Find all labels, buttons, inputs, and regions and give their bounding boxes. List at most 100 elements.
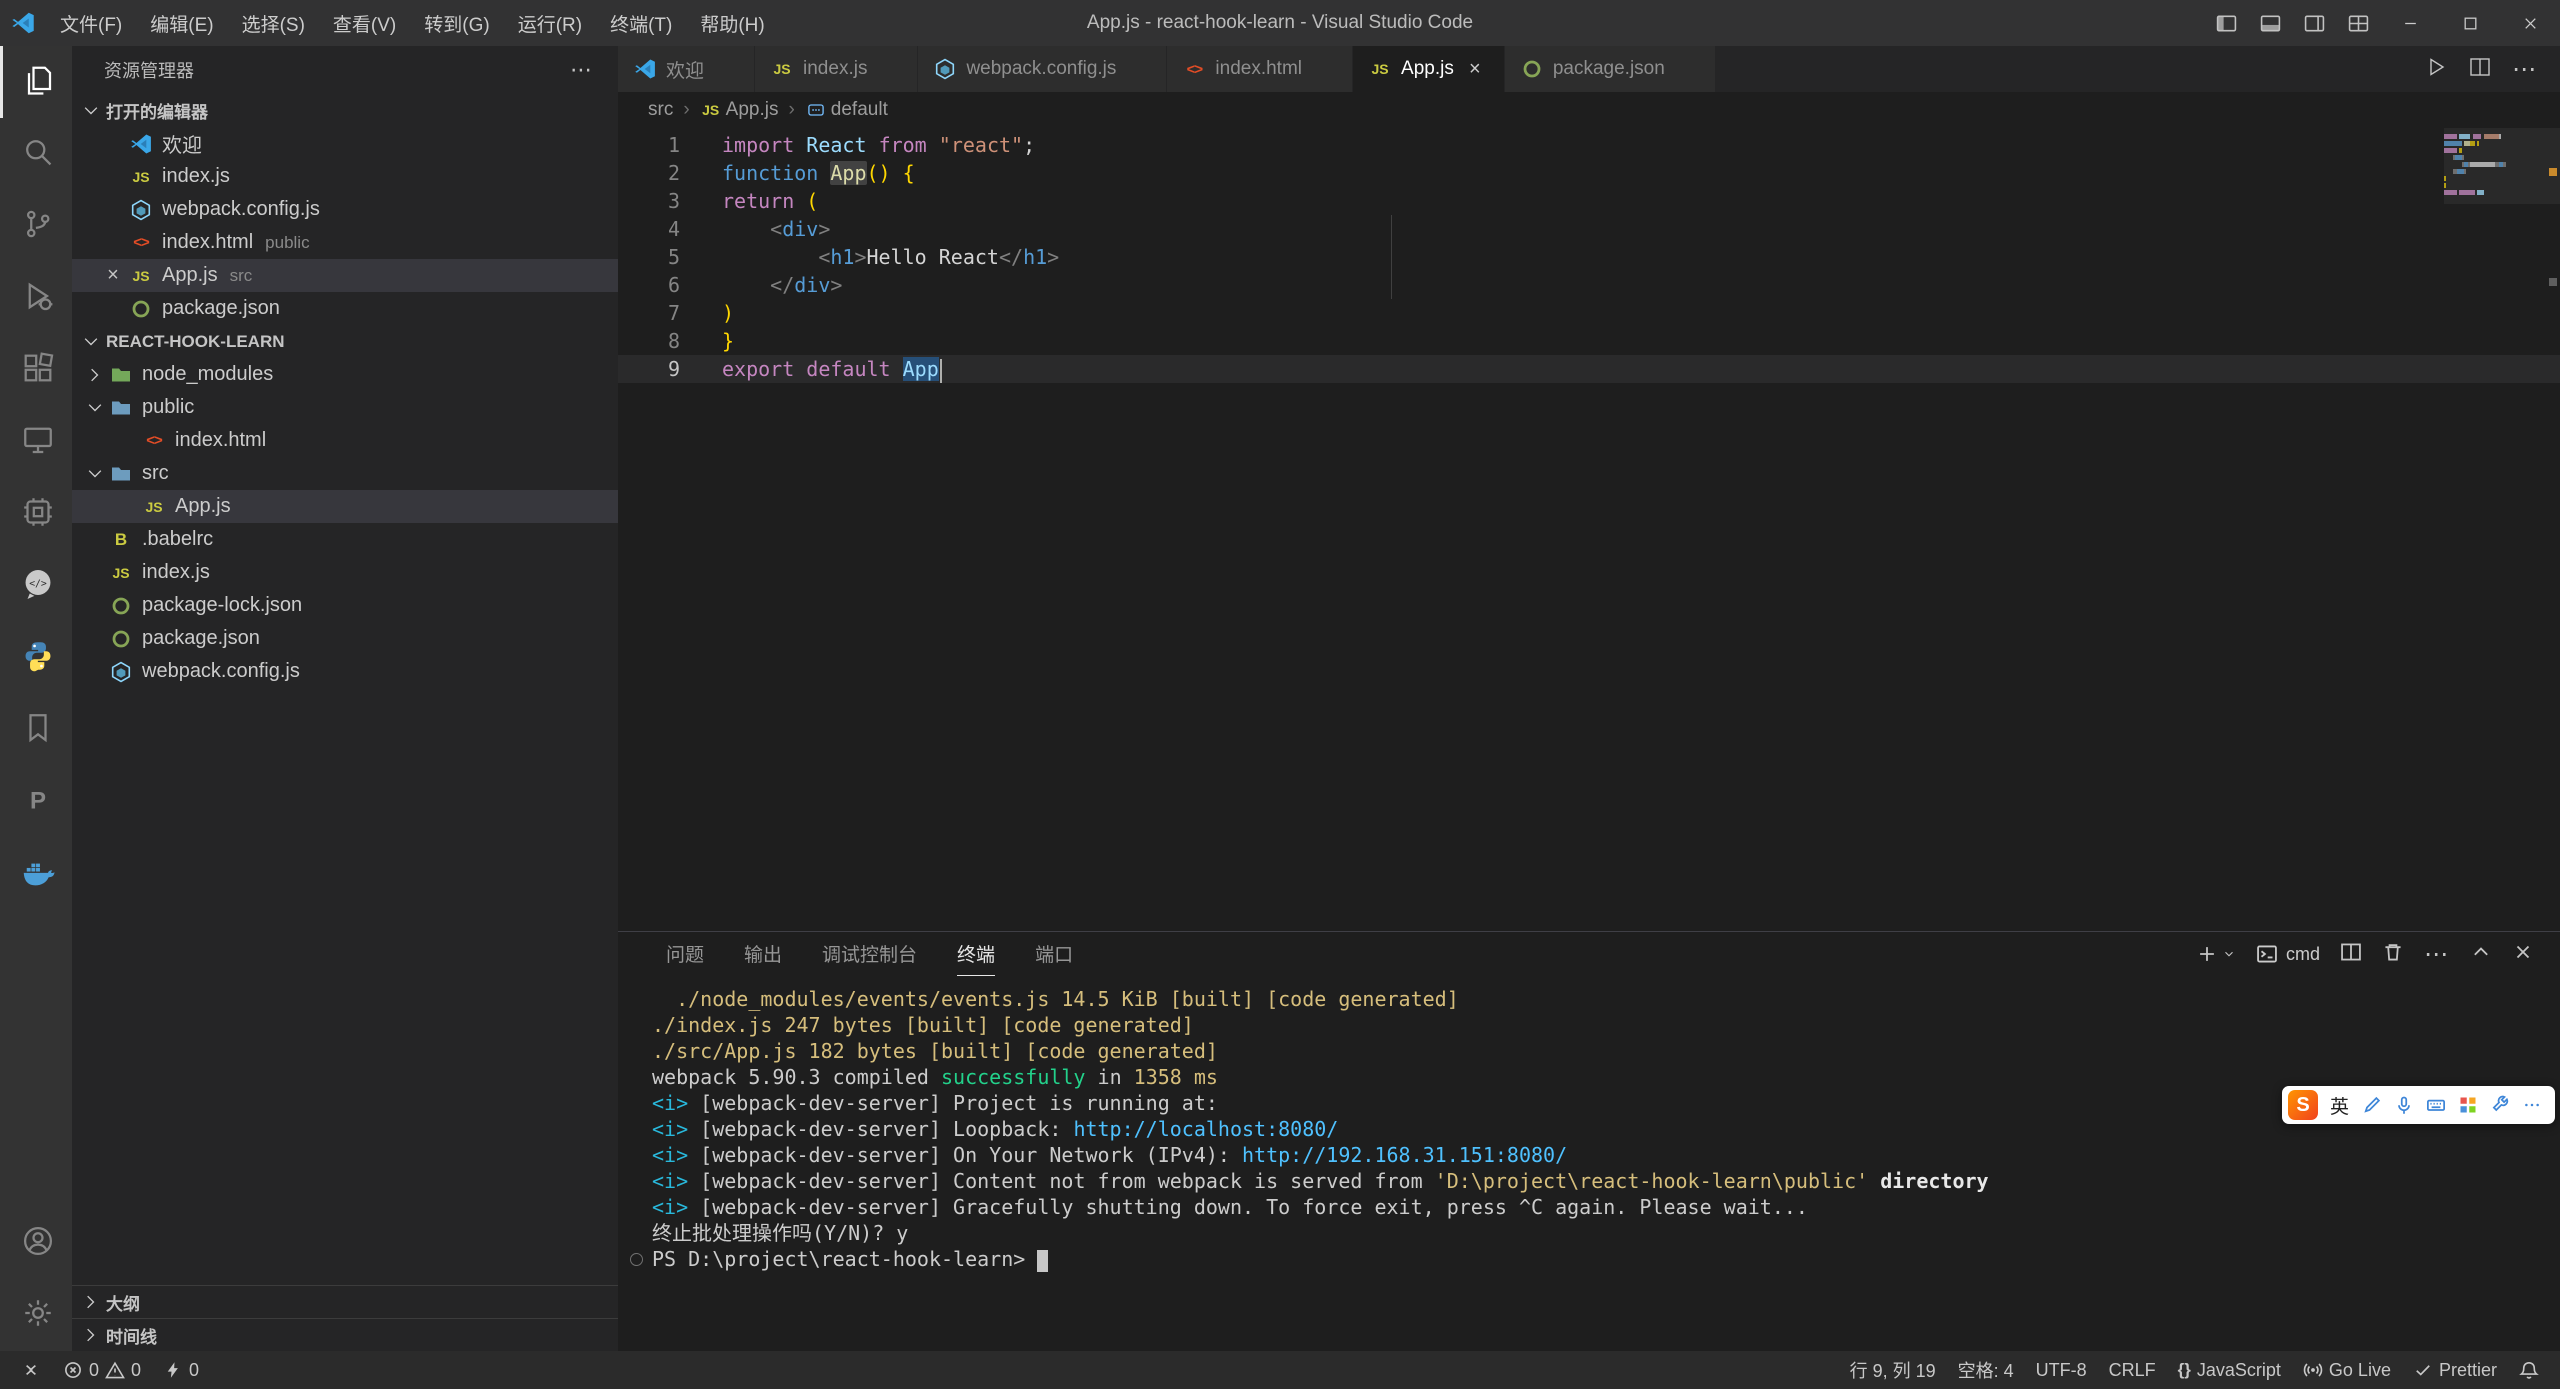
status-encoding[interactable]: UTF-8 — [2025, 1351, 2098, 1389]
activity-circuit-board-button[interactable] — [0, 478, 72, 550]
activity-search-button[interactable] — [0, 118, 72, 190]
editor-tab[interactable]: 欢迎 — [618, 46, 755, 92]
activity-source-control-button[interactable] — [0, 190, 72, 262]
open-editor-item[interactable]: webpack.config.js — [72, 193, 618, 226]
open-editor-item[interactable]: package.json — [72, 292, 618, 325]
breadcrumb-item[interactable]: src — [648, 99, 673, 121]
activity-remote-explorer-button[interactable] — [0, 406, 72, 478]
tree-item[interactable]: JSApp.js — [72, 490, 618, 523]
menubar-item[interactable]: 查看(V) — [319, 0, 410, 46]
status-prettier[interactable]: Prettier — [2402, 1351, 2508, 1389]
activity-project-manager-button[interactable]: P — [0, 766, 72, 838]
open-editors-header[interactable]: 打开的编辑器 — [72, 94, 618, 127]
overview-ruler[interactable] — [2546, 128, 2560, 931]
maximize-button[interactable] — [2440, 0, 2500, 46]
activity-bookmarks-button[interactable] — [0, 694, 72, 766]
close-panel-button[interactable] — [2512, 941, 2534, 968]
menubar-item[interactable]: 选择(S) — [228, 0, 319, 46]
close-button[interactable] — [2500, 0, 2560, 46]
kill-terminal-button[interactable] — [2382, 941, 2404, 968]
ime-pen-icon[interactable] — [2361, 1094, 2383, 1116]
panel-tab[interactable]: 问题 — [666, 932, 704, 976]
panel-tab[interactable]: 输出 — [744, 932, 782, 976]
tree-item[interactable]: webpack.config.js — [72, 655, 618, 688]
status-cursor-position[interactable]: 行 9, 列 19 — [1839, 1351, 1947, 1389]
tree-item[interactable]: JSindex.js — [72, 556, 618, 589]
editor-tab[interactable]: webpack.config.js — [918, 46, 1167, 92]
activity-docker-button[interactable] — [0, 838, 72, 910]
chevron-down-icon — [78, 329, 104, 355]
menubar-item[interactable]: 文件(F) — [46, 0, 136, 46]
timeline-section-header[interactable]: 时间线 — [72, 1318, 618, 1351]
status-go-live[interactable]: Go Live — [2292, 1351, 2402, 1389]
project-section-header[interactable]: REACT-HOOK-LEARN — [72, 325, 618, 358]
status-notifications[interactable] — [2508, 1351, 2550, 1389]
menubar-item[interactable]: 运行(R) — [504, 0, 596, 46]
ime-language-mode[interactable]: 英 — [2330, 1092, 2349, 1119]
toggle-sidebar-button[interactable] — [2204, 0, 2248, 46]
menubar-item[interactable]: 编辑(E) — [136, 0, 227, 46]
breadcrumb-item[interactable]: JSApp.js — [700, 99, 779, 121]
tree-item[interactable]: B.babelrc — [72, 523, 618, 556]
more-actions-icon[interactable]: ⋯ — [2512, 55, 2538, 84]
close-editor-icon[interactable]: × — [98, 264, 128, 287]
editor-tab[interactable]: <>index.html — [1167, 46, 1353, 92]
panel-tab[interactable]: 调试控制台 — [822, 932, 917, 976]
run-file-button[interactable] — [2424, 55, 2448, 84]
sogou-logo[interactable]: S — [2288, 1090, 2318, 1120]
activity-run-and-debug-button[interactable] — [0, 262, 72, 334]
menubar-item[interactable]: 帮助(H) — [686, 0, 778, 46]
menubar-item[interactable]: 终端(T) — [596, 0, 686, 46]
activity-extensions-button[interactable] — [0, 334, 72, 406]
toggle-secondary-sidebar-button[interactable] — [2292, 0, 2336, 46]
activity-account-button[interactable] — [0, 1207, 72, 1279]
status-counter[interactable]: 0 — [152, 1351, 210, 1389]
status-problems[interactable]: 00 — [52, 1351, 152, 1389]
split-editor-button[interactable] — [2468, 55, 2492, 84]
ime-grid-icon[interactable] — [2457, 1094, 2479, 1116]
outline-section-header[interactable]: 大纲 — [72, 1285, 618, 1318]
ime-wrench-icon[interactable] — [2489, 1094, 2511, 1116]
activity-code-chat-button[interactable]: </> — [0, 550, 72, 622]
activity-settings-button[interactable] — [0, 1279, 72, 1351]
open-editor-item[interactable]: JSindex.js — [72, 160, 618, 193]
status-indentation[interactable]: 空格: 4 — [1947, 1351, 2025, 1389]
tree-item[interactable]: public — [72, 391, 618, 424]
toggle-panel-button[interactable] — [2248, 0, 2292, 46]
code-editor[interactable]: 1import React from "react";2function App… — [618, 128, 2560, 931]
ime-more-icon[interactable] — [2521, 1094, 2543, 1116]
minimize-button[interactable] — [2380, 0, 2440, 46]
split-terminal-button[interactable] — [2340, 941, 2362, 968]
close-tab-icon[interactable]: × — [1460, 58, 1490, 81]
ime-keyboard-icon[interactable] — [2425, 1094, 2447, 1116]
status-eol[interactable]: CRLF — [2098, 1351, 2167, 1389]
ime-mic-icon[interactable] — [2393, 1094, 2415, 1116]
editor-tab[interactable]: JSindex.js — [755, 46, 918, 92]
maximize-panel-button[interactable] — [2470, 941, 2492, 968]
breadcrumb-item[interactable]: default — [805, 99, 888, 121]
tree-item[interactable]: src — [72, 457, 618, 490]
panel-more-actions-icon[interactable]: ⋯ — [2424, 940, 2450, 969]
new-terminal-button[interactable] — [2196, 943, 2236, 965]
open-editor-item[interactable]: ×JSApp.jssrc — [72, 259, 618, 292]
activity-python-button[interactable] — [0, 622, 72, 694]
open-editor-item[interactable]: 欢迎 — [72, 127, 618, 160]
minimap-slider[interactable] — [2444, 128, 2560, 204]
panel-tab[interactable]: 端口 — [1035, 932, 1073, 976]
open-editor-item[interactable]: <>index.htmlpublic — [72, 226, 618, 259]
terminal[interactable]: ./node_modules/events/events.js 14.5 KiB… — [618, 976, 2560, 1351]
menubar-item[interactable]: 转到(G) — [410, 0, 503, 46]
customize-layout-button[interactable] — [2336, 0, 2380, 46]
sidebar-more-actions-icon[interactable]: ⋯ — [570, 57, 594, 83]
activity-explorer-button[interactable] — [0, 46, 72, 118]
status-remote[interactable] — [10, 1351, 52, 1389]
tree-item[interactable]: package-lock.json — [72, 589, 618, 622]
status-language-mode[interactable]: {}JavaScript — [2167, 1351, 2292, 1389]
editor-tab[interactable]: package.json — [1505, 46, 1716, 92]
tree-item[interactable]: <>index.html — [72, 424, 618, 457]
terminal-instance-cmd[interactable]: cmd — [2256, 943, 2320, 965]
tree-item[interactable]: node_modules — [72, 358, 618, 391]
editor-tab[interactable]: JSApp.js× — [1353, 46, 1505, 92]
tree-item[interactable]: package.json — [72, 622, 618, 655]
panel-tab[interactable]: 终端 — [957, 932, 995, 976]
